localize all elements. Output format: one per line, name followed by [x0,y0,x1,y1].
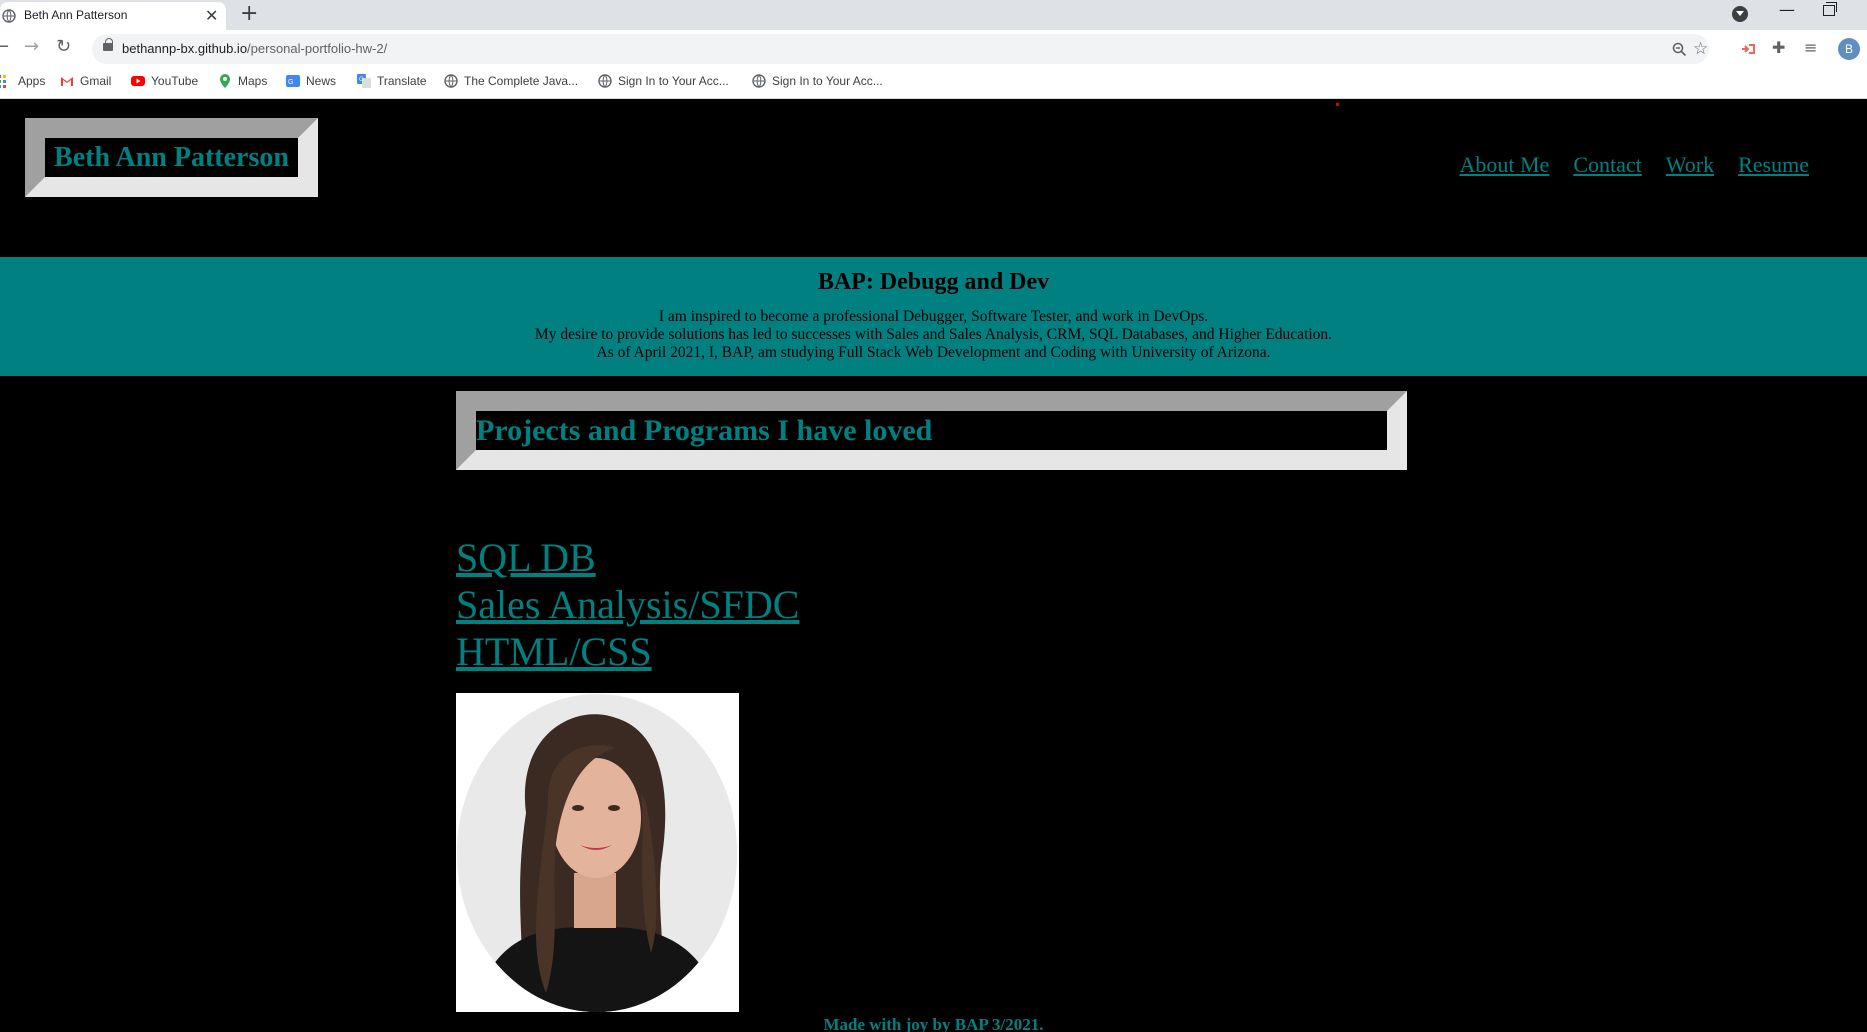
main-nav: About Me Contact Work Resume [1460,152,1810,178]
hero-line-2: My desire to provide solutions has led t… [534,326,1333,343]
nav-link-resume[interactable]: Resume [1738,152,1809,178]
nav-link-about[interactable]: About Me [1460,152,1550,178]
extensions-puzzle-icon[interactable]: ✚ [1772,38,1785,57]
reload-icon[interactable]: ↻ [56,37,71,57]
svg-text:G: G [288,79,293,86]
globe-icon [444,74,458,88]
nav-link-contact[interactable]: Contact [1573,152,1641,178]
browser-tab[interactable]: Beth Ann Patterson ✕ [0,2,226,30]
news-icon: G [286,75,300,87]
zoom-icon[interactable] [1672,42,1687,57]
url-path: /personal-portfolio-hw-2/ [247,41,388,56]
maps-pin-icon [220,74,230,88]
restore-window-button[interactable] [1823,2,1837,16]
forward-arrow-icon[interactable]: → [24,37,39,57]
project-link-html-css[interactable]: HTML/CSS [456,628,799,675]
project-link-sql-db[interactable]: SQL DB [456,534,799,581]
bookmark-label: Maps [238,74,268,88]
projects-title: Projects and Programs I have loved [476,414,933,447]
bookmark-label: News [306,74,337,88]
back-arrow-icon[interactable]: ← [0,37,9,57]
url-host: bethannp-bx.github.io [122,41,248,56]
site-brand: Beth Ann Patterson [54,142,289,173]
bookmark-label: Apps [18,74,46,88]
bookmark-label: Sign In to Your Acc... [772,74,883,88]
tab-search-icon[interactable] [1732,6,1748,22]
bookmark-java[interactable]: The Complete Java... [444,74,578,88]
stray-red-dot [1336,103,1339,106]
bookmark-youtube[interactable]: YouTube [131,74,198,88]
projects-frame: Projects and Programs I have loved [456,391,1407,470]
bookmark-label: Translate [377,74,427,88]
bookmark-signin-1[interactable]: Sign In to Your Acc... [598,74,729,88]
bookmark-label: Gmail [80,74,112,88]
bookmarks-bar: Apps Gmail YouTube Maps G News G Transla… [0,68,1867,99]
extension-icon[interactable] [1740,42,1756,56]
profile-avatar[interactable]: B [1838,38,1860,60]
hero-line-1: I am inspired to become a professional D… [658,308,1209,325]
lock-icon [103,38,113,51]
browser-toolbar: ← → ↻ bethannp-bx.github.io/personal-por… [0,30,1867,68]
bookmark-label: The Complete Java... [464,74,579,88]
bookmark-news[interactable]: G News [286,74,336,88]
media-queue-icon[interactable]: ≡ [1804,38,1817,57]
url-text[interactable]: bethannp-bx.github.io/personal-portfolio… [122,41,387,56]
hero-banner: BAP: Debugg and Dev I am inspired to bec… [0,257,1867,376]
globe-icon [2,9,16,23]
gmail-icon [61,77,73,86]
browser-tab-strip: Beth Ann Patterson ✕ + — [0,0,1867,30]
globe-icon [752,74,766,88]
bookmark-signin-2[interactable]: Sign In to Your Acc... [752,74,883,88]
address-bar[interactable]: bethannp-bx.github.io/personal-portfolio… [92,34,1709,64]
brand-frame: Beth Ann Patterson [25,118,318,197]
close-tab-icon[interactable]: ✕ [205,6,218,26]
hero-line-3: As of April 2021, I, BAP, am studying Fu… [596,344,1271,361]
bookmark-label: Sign In to Your Acc... [618,74,729,88]
hero-title: BAP: Debugg and Dev [817,269,1050,295]
project-links: SQL DB Sales Analysis/SFDC HTML/CSS [456,534,799,675]
portrait-illustration [457,694,737,1012]
profile-photo [456,693,739,1012]
bookmark-star-icon[interactable]: ☆ [1693,39,1708,59]
bookmark-translate[interactable]: G Translate [357,74,427,88]
translate-icon: G [357,74,371,88]
minimize-window-button[interactable]: — [1779,0,1795,19]
nav-link-work[interactable]: Work [1666,152,1714,178]
project-link-sales-analysis[interactable]: Sales Analysis/SFDC [456,581,799,628]
svg-text:G: G [359,77,364,83]
new-tab-button[interactable]: + [240,2,258,26]
bookmark-label: YouTube [151,74,199,88]
youtube-icon [131,76,145,86]
apps-grid-icon [0,75,6,88]
bookmark-gmail[interactable]: Gmail [60,74,111,88]
web-page: Beth Ann Patterson About Me Contact Work… [0,100,1867,1032]
tab-title: Beth Ann Patterson [24,8,128,22]
footer-text: Made with joy by BAP 3/2021. [823,1015,1044,1032]
bookmark-apps[interactable]: Apps [0,74,45,88]
bookmark-maps[interactable]: Maps [218,74,267,88]
globe-icon [598,74,612,88]
